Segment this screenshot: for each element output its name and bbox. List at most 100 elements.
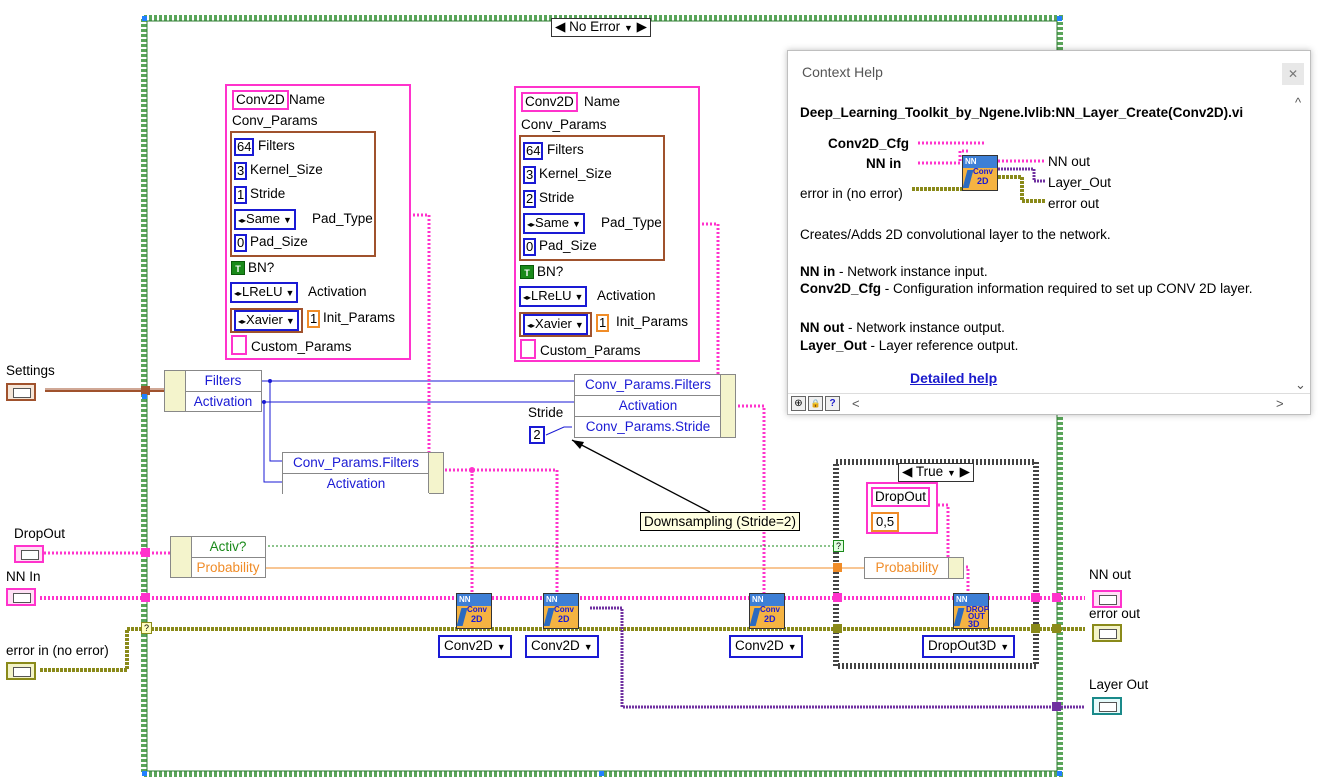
activation-label: Activation bbox=[308, 284, 367, 299]
inner-case-selector[interactable]: ◀ True ▼ ▶ bbox=[898, 463, 975, 482]
conv-params-cluster[interactable]: 64 Filters 3 Kernel_Size 2 Stride ◂▸Same… bbox=[519, 135, 665, 261]
layer-out-terminal[interactable] bbox=[1092, 697, 1122, 715]
error-out-terminal[interactable] bbox=[1092, 624, 1122, 642]
conv2d-vi-icon[interactable]: NN Conv 2D bbox=[749, 593, 785, 629]
error-in-terminal[interactable] bbox=[6, 662, 36, 680]
settings-terminal[interactable] bbox=[6, 383, 36, 401]
settings-unbundle[interactable]: Filters Activation bbox=[164, 370, 262, 412]
unbundle-row[interactable]: Filters bbox=[185, 371, 261, 392]
dropout-value-input[interactable]: 0,5 bbox=[871, 512, 900, 532]
pad-type-ring[interactable]: ◂▸Same ▼ bbox=[234, 209, 296, 230]
kernel-size-input[interactable]: 3 bbox=[523, 166, 537, 184]
downsampling-annotation[interactable]: Downsampling (Stride=2) bbox=[640, 512, 800, 531]
filters-label: Filters bbox=[258, 138, 295, 153]
scroll-left-icon[interactable]: < bbox=[852, 396, 860, 411]
chevron-down-icon: ▼ bbox=[572, 219, 581, 229]
conv2d-selector[interactable]: Conv2D ▼ bbox=[438, 635, 512, 658]
error-out-label: error out bbox=[1089, 606, 1141, 621]
help-question-icon[interactable]: ? bbox=[825, 396, 840, 411]
chevron-down-icon: ▼ bbox=[283, 215, 292, 225]
custom-params-box[interactable] bbox=[231, 335, 247, 355]
unbundle-row[interactable]: Activ? bbox=[191, 537, 265, 558]
stride-input[interactable]: 2 bbox=[523, 190, 537, 208]
custom-params-label: Custom_Params bbox=[251, 339, 352, 354]
pad-size-input[interactable]: 0 bbox=[523, 238, 537, 256]
activation-ring[interactable]: ◂▸LReLU ▼ bbox=[519, 286, 588, 307]
init-value-input[interactable]: 1 bbox=[596, 314, 610, 332]
activation-ring[interactable]: ◂▸LReLU ▼ bbox=[230, 282, 299, 303]
filters-input[interactable]: 64 bbox=[234, 138, 255, 156]
connector-layer-out-label: Layer_Out bbox=[1048, 175, 1112, 190]
bundle-by-name-top[interactable]: Conv_Params.Filters Activation Conv_Para… bbox=[574, 374, 736, 438]
increment-arrow-icon[interactable]: ▶ bbox=[960, 464, 970, 479]
filters-input[interactable]: 64 bbox=[523, 142, 544, 160]
kernel-size-label: Kernel_Size bbox=[250, 162, 323, 177]
chevron-down-icon: ▼ bbox=[583, 642, 593, 652]
name-label: Name bbox=[584, 94, 621, 109]
pad-size-input[interactable]: 0 bbox=[234, 234, 248, 252]
chevron-down-icon[interactable]: ▼ bbox=[947, 468, 956, 478]
conv-params-cluster[interactable]: 64 Filters 3 Kernel_Size 1 Stride ◂▸Same… bbox=[230, 131, 376, 257]
bundle-row[interactable]: Conv_Params.Stride bbox=[575, 417, 721, 437]
help-vertical-scrollbar[interactable]: ^ ⌄ bbox=[1290, 91, 1310, 407]
increment-arrow-icon[interactable]: ▶ bbox=[637, 19, 647, 34]
cluster-type-tag[interactable]: Conv2D bbox=[232, 90, 289, 110]
probability-bundle[interactable]: Probability bbox=[864, 557, 964, 579]
bn-boolean-icon[interactable]: T bbox=[520, 265, 534, 279]
conv2d-cluster-1[interactable]: Conv2D Name Conv_Params 64 Filters 3 Ker… bbox=[225, 84, 411, 360]
dropout-label: DropOut bbox=[14, 526, 66, 541]
unbundle-row[interactable]: Activation bbox=[185, 392, 261, 412]
ring-arrows-icon: ◂▸ bbox=[527, 321, 536, 330]
nn-in-terminal[interactable] bbox=[6, 588, 36, 606]
init-value-input[interactable]: 1 bbox=[307, 310, 321, 328]
bundle-row[interactable]: Conv_Params.Filters bbox=[283, 453, 429, 474]
pad-type-ring[interactable]: ◂▸Same ▼ bbox=[523, 213, 585, 234]
ring-arrows-icon: ◂▸ bbox=[527, 220, 536, 229]
bundle-row[interactable]: Activation bbox=[283, 474, 429, 494]
help-param-nn-out: NN out - Network instance output. bbox=[800, 320, 1005, 335]
bundle-row[interactable]: Conv_Params.Filters bbox=[575, 375, 721, 396]
kernel-size-label: Kernel_Size bbox=[539, 166, 612, 181]
pin-icon[interactable]: ⊕ bbox=[791, 396, 806, 411]
stride-const-label: Stride bbox=[528, 405, 564, 420]
dropout-unbundle[interactable]: Activ? Probability bbox=[170, 536, 266, 578]
conv2d-vi-icon[interactable]: NN Conv 2D bbox=[543, 593, 579, 629]
context-help-window[interactable]: Context Help ✕ Deep_Learning_Toolkit_by_… bbox=[787, 50, 1311, 415]
help-param-cfg: Conv2D_Cfg - Configuration information r… bbox=[800, 281, 1253, 296]
decrement-arrow-icon[interactable]: ◀ bbox=[902, 464, 912, 479]
scroll-right-icon[interactable]: > bbox=[1276, 396, 1284, 411]
bundle-row[interactable]: Probability bbox=[865, 558, 949, 578]
pad-size-label: Pad_Size bbox=[250, 234, 308, 249]
decrement-arrow-icon[interactable]: ◀ bbox=[555, 19, 565, 34]
unbundle-row[interactable]: Probability bbox=[191, 558, 265, 578]
dropout3d-selector[interactable]: DropOut3D ▼ bbox=[922, 635, 1016, 658]
init-ring[interactable]: ◂▸Xavier ▼ bbox=[230, 308, 303, 333]
conv2d-selector[interactable]: Conv2D ▼ bbox=[525, 635, 599, 658]
dropout-terminal[interactable] bbox=[14, 545, 44, 563]
detailed-help-link[interactable]: Detailed help bbox=[910, 370, 997, 386]
chevron-down-icon[interactable]: ▼ bbox=[624, 23, 633, 33]
custom-params-box[interactable] bbox=[520, 339, 536, 359]
bundle-row[interactable]: Activation bbox=[575, 396, 721, 417]
scroll-up-icon[interactable]: ^ bbox=[1295, 95, 1301, 110]
conv-params-label: Conv_Params bbox=[232, 113, 318, 128]
kernel-size-input[interactable]: 3 bbox=[234, 162, 248, 180]
stride-input[interactable]: 1 bbox=[234, 186, 248, 204]
dropout-cluster-constant[interactable]: DropOut 0,5 bbox=[866, 482, 938, 534]
name-label: Name bbox=[289, 92, 326, 107]
conv2d-selector[interactable]: Conv2D ▼ bbox=[729, 635, 803, 658]
cluster-type-tag[interactable]: Conv2D bbox=[521, 92, 578, 112]
lock-icon[interactable]: 🔒 bbox=[808, 396, 823, 411]
init-ring[interactable]: ◂▸Xavier ▼ bbox=[519, 312, 592, 337]
dropout-type-tag[interactable]: DropOut bbox=[871, 487, 931, 507]
pad-size-label: Pad_Size bbox=[539, 238, 597, 253]
connector-nn-out-label: NN out bbox=[1048, 154, 1091, 169]
case-selector[interactable]: ◀ No Error ▼ ▶ bbox=[551, 18, 652, 37]
scroll-down-icon[interactable]: ⌄ bbox=[1295, 377, 1306, 393]
stride-constant[interactable]: 2 bbox=[529, 426, 545, 444]
dropout3d-vi-icon[interactable]: NN DROP OUT 3D bbox=[953, 593, 989, 629]
conv2d-vi-icon[interactable]: NN Conv 2D bbox=[456, 593, 492, 629]
conv2d-cluster-2[interactable]: Conv2D Name Conv_Params 64 Filters 3 Ker… bbox=[514, 86, 700, 362]
bundle-by-name-left[interactable]: Conv_Params.Filters Activation bbox=[282, 452, 444, 494]
bn-boolean-icon[interactable]: T bbox=[231, 261, 245, 275]
